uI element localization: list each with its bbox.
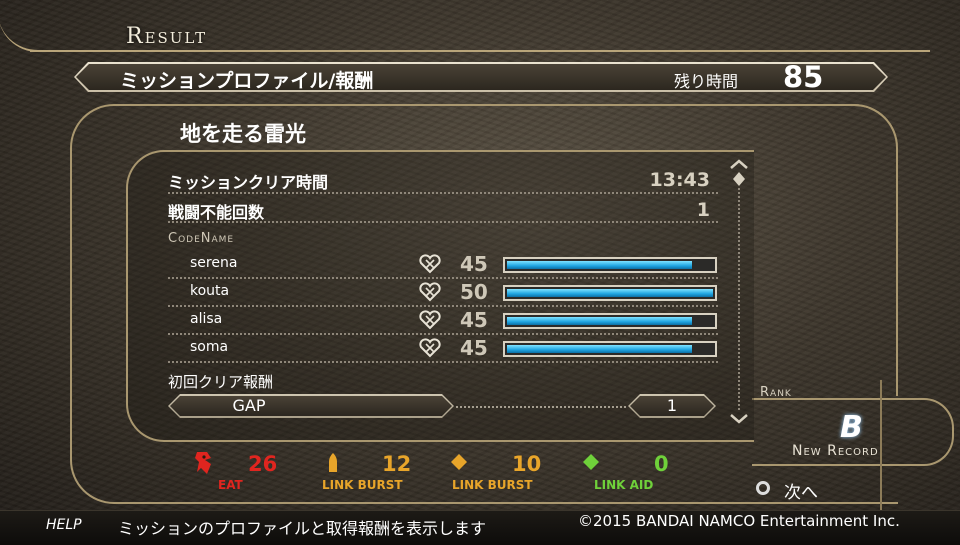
stat-value: 0 [654, 452, 669, 476]
link-heart-icon [419, 282, 441, 302]
divider [168, 192, 718, 194]
divider [168, 333, 718, 335]
stat-label: LINK BURST [452, 478, 533, 492]
scroll-down-icon[interactable] [728, 410, 750, 428]
member-name: soma [190, 339, 229, 355]
frame-right-curve [820, 104, 898, 396]
new-record-label: New Record [792, 443, 879, 459]
clear-time-value: 13:43 [649, 169, 710, 191]
stat-label: EAT [218, 478, 243, 492]
frame-line-top [30, 50, 930, 52]
link-value: 45 [460, 336, 488, 360]
incapacitated-value: 1 [696, 199, 710, 221]
rank-label: Rank [760, 385, 792, 400]
link-heart-icon [419, 338, 441, 358]
reward-count: 1 [666, 396, 678, 415]
copyright-text: ©2015 BANDAI NAMCO Entertainment Inc. [578, 512, 900, 530]
divider [168, 305, 718, 307]
link-heart-icon [419, 310, 441, 330]
link-gauge [503, 285, 717, 301]
first-clear-reward-label: 初回クリア報酬 [168, 373, 274, 391]
clear-time-label: ミッションクリア時間 [168, 173, 329, 192]
circle-button-icon [756, 481, 770, 495]
link-value: 45 [460, 308, 488, 332]
link-value: 45 [460, 252, 488, 276]
mission-name: 地を走る雷光 [180, 122, 306, 146]
divider [168, 221, 718, 223]
time-left-label: 残り時間 [674, 72, 739, 91]
devour-icon [195, 452, 211, 474]
stat-value: 10 [512, 452, 542, 476]
stat-label: LINK BURST [322, 478, 403, 492]
diamond-icon [451, 454, 467, 470]
help-label: HELP [46, 517, 82, 533]
help-text: ミッションのプロファイルと取得報酬を表示します [118, 519, 487, 538]
rank-value: B [840, 410, 863, 445]
reward-dotted-leader [456, 406, 626, 408]
scroll-up-icon[interactable] [728, 158, 750, 192]
link-gauge-fill [507, 289, 713, 297]
reward-name: GAP [232, 396, 266, 415]
link-gauge-fill [507, 345, 692, 353]
stat-label: LINK AID [594, 478, 654, 492]
bullet-icon [329, 453, 337, 472]
stat-value: 12 [382, 452, 412, 476]
member-name: alisa [190, 311, 223, 327]
frame-bottom-right [880, 380, 960, 510]
link-value: 50 [460, 280, 488, 304]
link-heart-icon [419, 254, 441, 274]
link-gauge [503, 341, 717, 357]
next-button[interactable]: 次へ [756, 478, 866, 503]
stat-value: 26 [248, 452, 278, 476]
next-label: 次へ [784, 483, 818, 503]
member-name: kouta [190, 283, 230, 299]
divider [168, 361, 718, 363]
divider [168, 277, 718, 279]
profile-banner-label: ミッションプロファイル/報酬 [120, 70, 374, 92]
link-gauge [503, 257, 717, 273]
link-gauge-fill [507, 317, 692, 325]
incapacitated-label: 戦闘不能回数 [168, 203, 265, 222]
scrollbar-track[interactable] [738, 188, 740, 410]
green-diamond-icon [583, 454, 599, 470]
member-name: serena [190, 255, 238, 271]
link-gauge-fill [507, 261, 692, 269]
time-left-value: 85 [783, 60, 824, 94]
result-title: Result [126, 24, 208, 49]
frame-corner-top-left [0, 0, 58, 52]
codename-header: CodeName [168, 231, 235, 246]
link-gauge [503, 313, 717, 329]
